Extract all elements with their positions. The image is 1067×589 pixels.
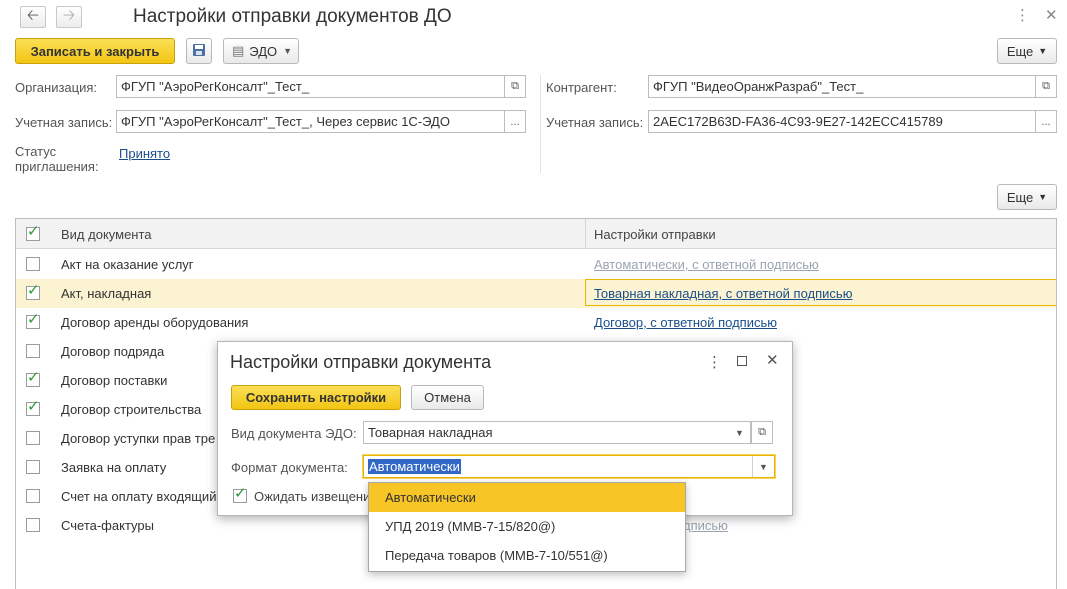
account-field[interactable]: ФГУП "АэроРегКонсалт"_Тест_, Через серви… (116, 110, 505, 133)
cp-account-label: Учетная запись: (546, 115, 644, 130)
row-checkbox[interactable] (26, 460, 40, 474)
divider (540, 75, 541, 173)
doc-kind-cell: Акт, накладная (61, 286, 152, 301)
doc-kind-cell: Договор подряда (61, 344, 165, 359)
select-button[interactable]: ... (1035, 110, 1057, 133)
more-vert-icon[interactable]: ⋮ (1015, 6, 1030, 24)
row-checkbox[interactable]: ✓ (26, 282, 40, 300)
table-header: ✓ Вид документа Настройки отправки (16, 219, 1056, 249)
doc-kind-cell: Счет на оплату входящий (61, 489, 217, 504)
column-header-settings[interactable]: Настройки отправки (594, 227, 716, 242)
table-more-button[interactable]: Еще ▼ (997, 184, 1057, 210)
doc-kind-cell: Договор аренды оборудования (61, 315, 249, 330)
format-option[interactable]: Автоматически (369, 483, 685, 512)
row-checkbox[interactable] (26, 518, 40, 532)
checkmark-icon: ✓ (27, 223, 40, 240)
arrow-left-icon: 🡠 (26, 6, 40, 24)
save-settings-button[interactable]: Сохранить настройки (231, 385, 401, 410)
open-icon[interactable]: ⧉ (1035, 75, 1057, 98)
row-checkbox[interactable] (26, 257, 40, 271)
table-row[interactable]: Акт на оказание услуг Автоматически, с от… (16, 250, 1056, 279)
row-checkbox[interactable]: ✓ (26, 398, 40, 416)
open-icon[interactable]: ⧉ (504, 75, 526, 98)
close-icon[interactable]: ✕ (1045, 6, 1058, 24)
counterparty-field[interactable]: ФГУП "ВидеоОранжРазраб"_Тест_ (648, 75, 1036, 98)
checkmark-icon: ✓ (27, 282, 40, 299)
await-label: Ожидать извещени (254, 489, 371, 504)
row-checkbox[interactable] (26, 344, 40, 358)
document-icon: ▤ (232, 43, 245, 58)
counterparty-label: Контрагент: (546, 80, 617, 95)
row-checkbox[interactable]: ✓ (26, 369, 40, 387)
doc-kind-cell: Договор поставки (61, 373, 168, 388)
account-label: Учетная запись: (15, 115, 113, 130)
dialog-title: Настройки отправки документа (230, 352, 492, 372)
row-checkbox[interactable] (26, 489, 40, 503)
more-button[interactable]: Еще ▼ (997, 38, 1057, 64)
save-button[interactable] (186, 38, 212, 64)
chevron-down-icon: ▼ (1038, 46, 1048, 56)
format-dropdown: Автоматически УПД 2019 (ММВ-7-15/820@) П… (368, 482, 686, 572)
select-all-checkbox[interactable]: ✓ (26, 223, 40, 241)
row-checkbox[interactable]: ✓ (26, 311, 40, 329)
more-vert-icon[interactable]: ⋮ (707, 353, 722, 371)
edo-menu-button[interactable]: ▤ ЭДО ▼ (223, 38, 299, 64)
cp-account-field[interactable]: 2AEC172B63D-FA36-4C93-9E27-142ECC415789 (648, 110, 1036, 133)
maximize-icon[interactable] (737, 356, 747, 366)
back-button[interactable]: 🡠 (20, 6, 46, 28)
await-checkbox[interactable]: ✓ (233, 485, 247, 503)
doc-kind-cell: Акт на оказание услуг (61, 257, 194, 272)
format-field[interactable]: Автоматически (363, 455, 775, 478)
open-icon[interactable]: ⧉ (751, 421, 773, 444)
status-label: Статус приглашения: (15, 144, 99, 174)
doc-kind-label: Вид документа ЭДО: (231, 426, 357, 441)
column-header-doc-kind[interactable]: Вид документа (61, 227, 152, 242)
status-link[interactable]: Принято (119, 146, 170, 161)
organization-field[interactable]: ФГУП "АэроРегКонсалт"_Тест_ (116, 75, 505, 98)
chevron-down-icon[interactable]: ▼ (752, 456, 774, 477)
checkmark-icon: ✓ (27, 369, 40, 386)
format-option[interactable]: УПД 2019 (ММВ-7-15/820@) (369, 512, 685, 541)
organization-label: Организация: (15, 80, 98, 95)
doc-kind-cell: Договор уступки прав тре (61, 431, 216, 446)
table-row[interactable]: ✓ Договор аренды оборудования Договор, с о… (16, 308, 1056, 337)
chevron-down-icon: ▼ (1038, 192, 1048, 202)
table-row[interactable]: ✓ Акт, накладная Товарная накладная, с отв… (16, 279, 1056, 308)
doc-kind-field[interactable]: Товарная накладная (363, 421, 751, 444)
save-close-button[interactable]: Записать и закрыть (15, 38, 175, 64)
chevron-down-icon[interactable]: ▼ (729, 421, 751, 444)
arrow-right-icon: 🡢 (62, 6, 76, 24)
page-title: Настройки отправки документов ДО (133, 6, 452, 27)
settings-cell[interactable]: Товарная накладная, с ответной подписью (594, 286, 852, 301)
chevron-down-icon: ▼ (283, 46, 293, 56)
format-label: Формат документа: (231, 460, 348, 475)
doc-kind-cell: Счета-фактуры (61, 518, 154, 533)
forward-button[interactable]: 🡢 (56, 6, 82, 28)
cancel-button[interactable]: Отмена (411, 385, 484, 410)
settings-cell[interactable]: Автоматически, с ответной подписью (594, 257, 819, 272)
settings-cell[interactable]: Договор, с ответной подписью (594, 315, 777, 330)
select-button[interactable]: ... (504, 110, 526, 133)
floppy-disk-icon (192, 43, 206, 60)
doc-kind-cell: Заявка на оплату (61, 460, 167, 475)
row-checkbox[interactable] (26, 431, 40, 445)
format-option[interactable]: Передача товаров (ММВ-7-10/551@) (369, 541, 685, 570)
checkmark-icon: ✓ (234, 485, 247, 502)
doc-kind-cell: Договор строительства (61, 402, 202, 417)
close-icon[interactable]: ✕ (766, 351, 779, 369)
column-separator (585, 219, 586, 249)
checkmark-icon: ✓ (27, 311, 40, 328)
checkmark-icon: ✓ (27, 398, 40, 415)
